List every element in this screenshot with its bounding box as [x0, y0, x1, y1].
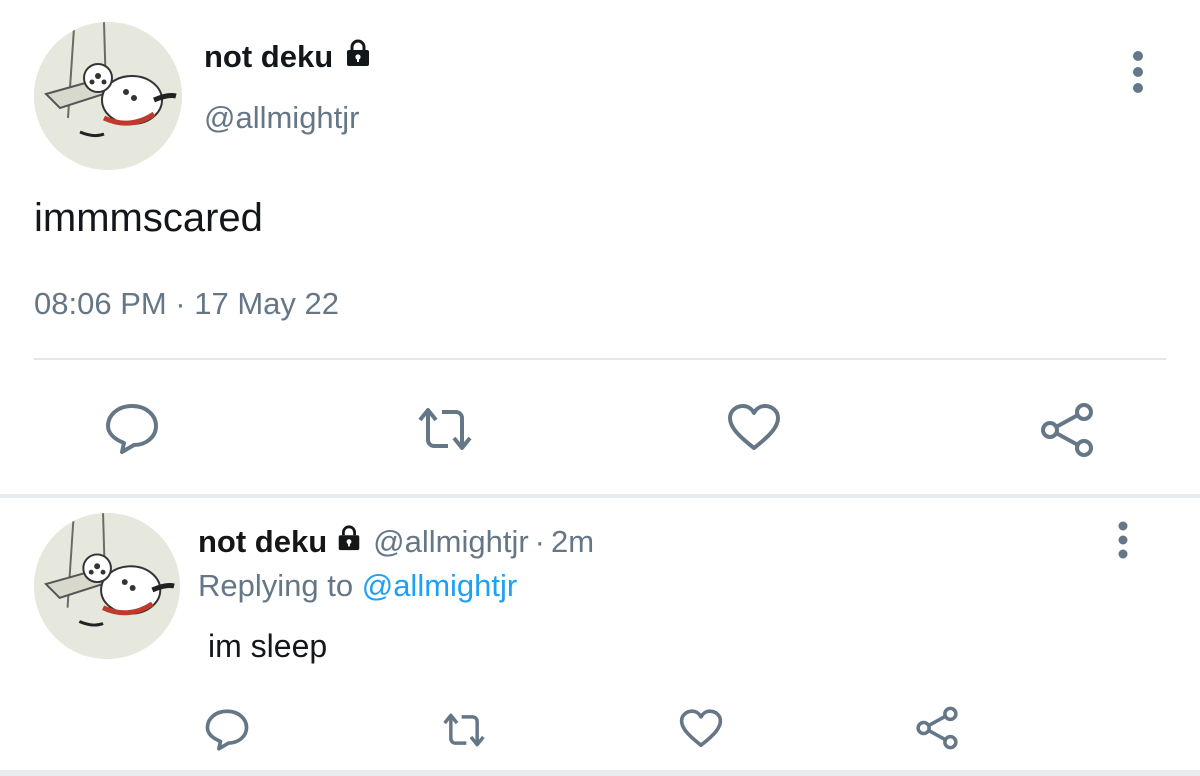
- separator: ·: [534, 524, 545, 559]
- heart-icon[interactable]: [726, 402, 782, 459]
- reply-handle[interactable]: @allmightjr: [373, 524, 529, 560]
- bottom-divider: [0, 770, 1200, 776]
- display-name-text[interactable]: not deku: [204, 39, 333, 75]
- reply-avatar[interactable]: [34, 513, 180, 659]
- lock-icon: [343, 38, 373, 76]
- more-vertical-icon[interactable]: [1128, 50, 1148, 99]
- tweet-text: immmscared: [34, 196, 263, 240]
- display-name[interactable]: not deku: [204, 38, 373, 76]
- share-icon[interactable]: [914, 706, 960, 755]
- reply-bubble-icon[interactable]: [204, 708, 250, 757]
- reply-bubble-icon[interactable]: [104, 402, 160, 461]
- retweet-icon[interactable]: [414, 404, 476, 459]
- divider: [34, 358, 1166, 360]
- more-vertical-icon[interactable]: [1114, 521, 1132, 564]
- share-icon[interactable]: [1038, 402, 1096, 463]
- replying-to: Replying to @allmightjr: [198, 568, 517, 604]
- reply-time[interactable]: 2m: [551, 524, 594, 560]
- retweet-icon[interactable]: [440, 710, 488, 755]
- user-handle[interactable]: @allmightjr: [204, 100, 360, 136]
- section-divider: [0, 494, 1200, 498]
- reply-header: not deku @allmightjr · 2m: [198, 524, 594, 560]
- replying-prefix: Replying to: [198, 568, 354, 603]
- timestamp[interactable]: 08:06 PM · 17 May 22: [34, 286, 339, 322]
- reply-text: im sleep: [208, 628, 328, 664]
- lock-icon: [335, 524, 363, 560]
- avatar[interactable]: [34, 22, 182, 170]
- heart-icon[interactable]: [678, 708, 724, 755]
- replying-handle-link[interactable]: @allmightjr: [362, 568, 518, 603]
- reply-display-name[interactable]: not deku: [198, 524, 327, 560]
